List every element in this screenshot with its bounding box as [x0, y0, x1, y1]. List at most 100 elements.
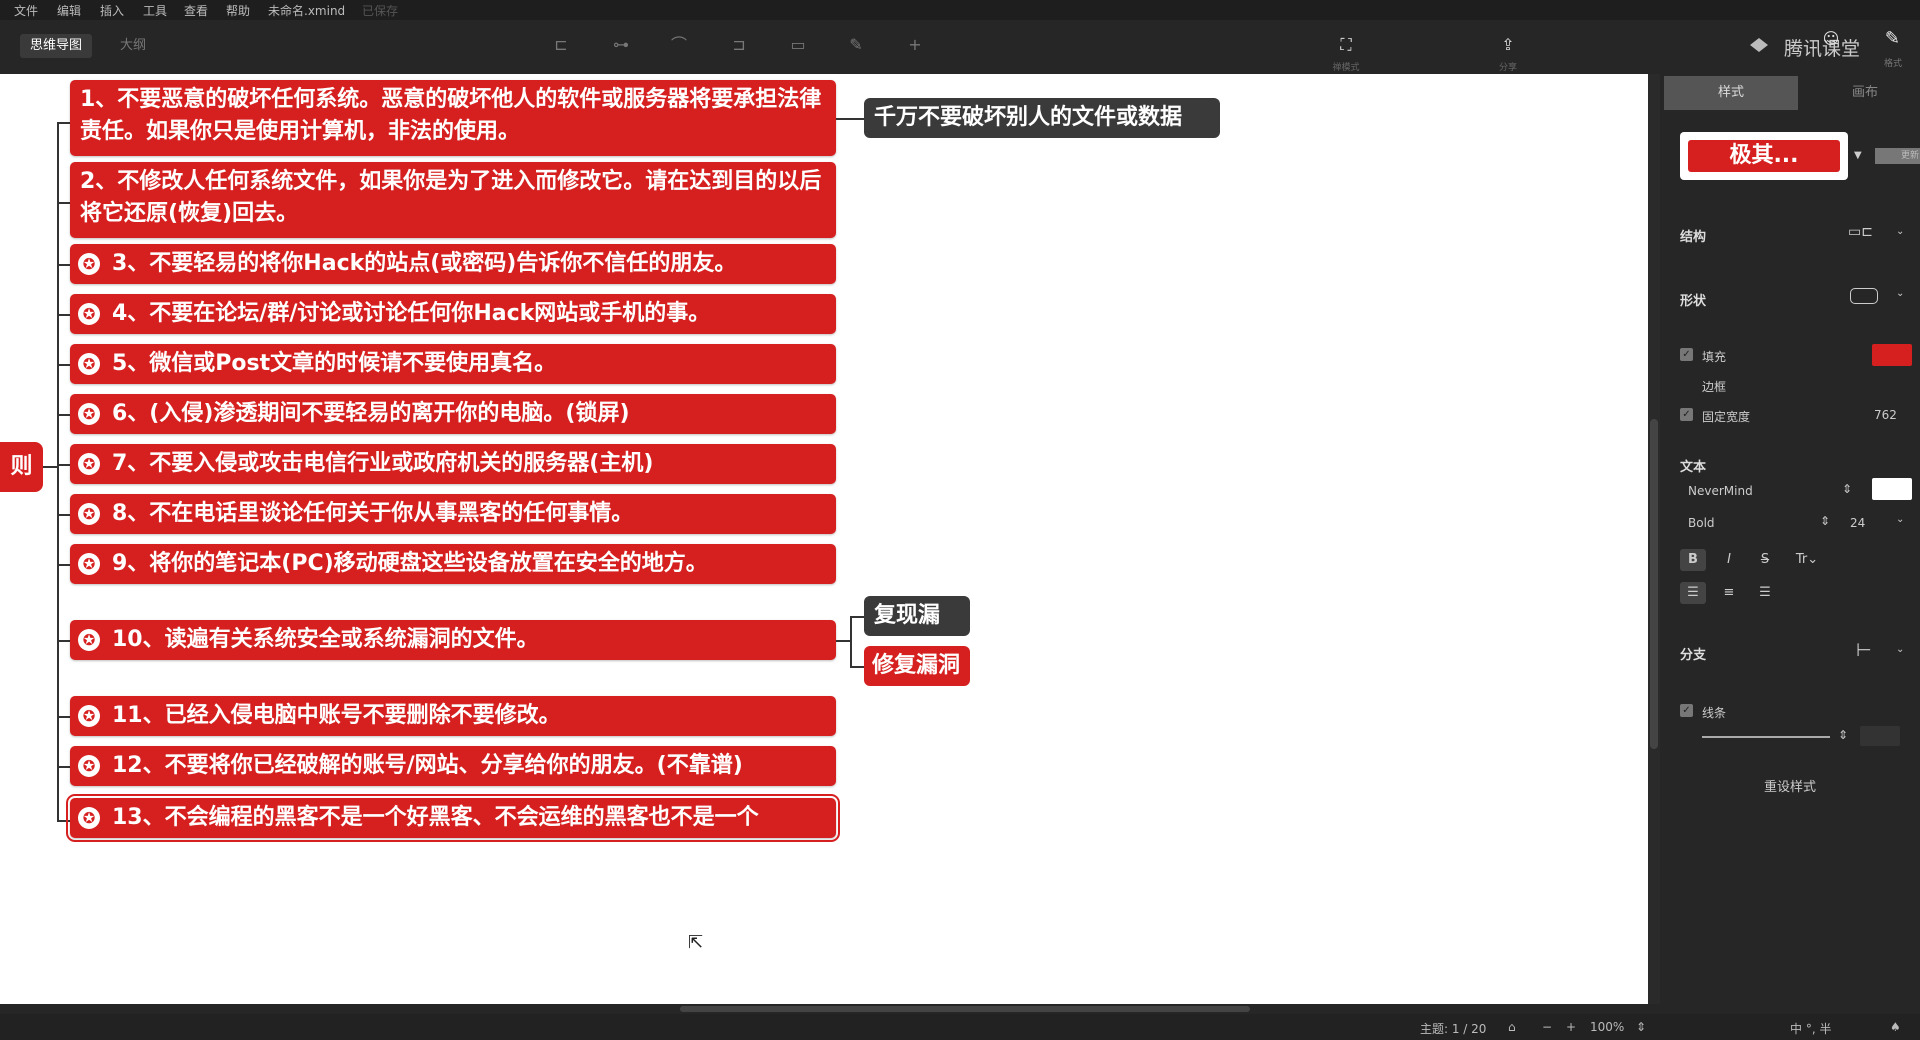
star-icon: ✪ [78, 453, 100, 475]
tab-style[interactable]: 样式 [1664, 76, 1798, 110]
topic-2[interactable]: 2、不修改人任何系统文件，如果你是为了进入而修改它。请在达到目的以后将它还原(恢… [70, 162, 836, 238]
zoom-level[interactable]: 100% [1590, 1020, 1624, 1034]
zen-mode-label: 禅模式 [1332, 63, 1360, 73]
line-style-preview[interactable] [1702, 736, 1830, 738]
chevron-down-icon[interactable]: ⌄ [1896, 288, 1904, 299]
topic-3[interactable]: ✪ 3、不要轻易的将你Hack的站点(或密码)告诉你不信任的朋友。 [70, 244, 836, 284]
file-name: 未命名.xmind [268, 4, 346, 18]
subtopic-fix-vuln[interactable]: 修复漏洞 [864, 646, 970, 686]
align-left-button[interactable]: ☰ [1680, 582, 1706, 604]
star-icon: ✪ [78, 807, 100, 829]
shape-icon[interactable] [1850, 288, 1878, 304]
topic-10[interactable]: ✪ 10、读遍有关系统安全或系统漏洞的文件。 [70, 620, 836, 660]
fixed-width-value[interactable]: 762 [1874, 408, 1897, 422]
horizontal-scroll-thumb[interactable] [680, 1006, 1250, 1012]
menu-tools[interactable]: 工具 [143, 2, 167, 19]
branch-line [59, 464, 70, 466]
line-checkbox[interactable]: ✓ [1680, 704, 1693, 717]
tshirt-icon: ♠ [1890, 1020, 1901, 1034]
bold-button[interactable]: B [1680, 549, 1706, 571]
structure-icon[interactable]: ▭⊏ [1848, 224, 1873, 240]
share-label: 分享 [1498, 63, 1517, 73]
branch-line [59, 716, 70, 718]
sync-icon[interactable]: ☺ [1818, 26, 1844, 52]
topic-5[interactable]: ✪ 5、微信或Post文章的时候请不要使用真名。 [70, 344, 836, 384]
horizontal-scrollbar[interactable] [0, 1004, 1660, 1014]
fixed-width-checkbox[interactable]: ✓ [1680, 408, 1693, 421]
menu-bar: 文件 编辑 插入 工具 查看 帮助 未命名.xmind 已保存 [0, 0, 1920, 20]
topic-10-text: 10、读遍有关系统安全或系统漏洞的文件。 [112, 627, 539, 652]
align-right-button[interactable]: ☰ [1752, 582, 1778, 604]
line-stepper-icon[interactable]: ⇕ [1838, 728, 1848, 742]
toolbar: 思维导图 大纲 ⊏ ⊶ ⌒ ⊐ ▭ ✎ + ⛶ 禅模式 ⇪ 分享 腾讯课堂 ☺ … [0, 20, 1920, 74]
topic-7[interactable]: ✪ 7、不要入侵或攻击电信行业或政府机关的服务器(主机) [70, 444, 836, 484]
italic-button[interactable]: I [1716, 549, 1742, 571]
star-icon: ✪ [78, 553, 100, 575]
strikethrough-button[interactable]: S [1752, 549, 1778, 571]
topic-11-text: 11、已经入侵电脑中账号不要删除不要修改。 [112, 703, 561, 728]
text-case-button[interactable]: Tr⌄ [1794, 549, 1820, 571]
menu-file[interactable]: 文件 [14, 2, 38, 19]
font-family-select[interactable]: NeverMind [1688, 484, 1753, 498]
font-stepper-icon[interactable]: ⇕ [1842, 482, 1852, 496]
branch-line [59, 364, 70, 366]
font-weight-select[interactable]: Bold [1688, 516, 1715, 530]
fill-checkbox[interactable]: ✓ [1680, 348, 1693, 361]
vertical-scroll-thumb[interactable] [1650, 419, 1658, 749]
map-icon[interactable]: ⌂ [1508, 1020, 1516, 1034]
relationship-icon[interactable]: ⌒ [666, 32, 692, 58]
font-size-select[interactable]: 24 [1850, 516, 1865, 530]
subtopic-icon[interactable]: ⊶ [608, 32, 634, 58]
topic-11[interactable]: ✪ 11、已经入侵电脑中账号不要删除不要修改。 [70, 696, 836, 736]
branch-line [59, 514, 70, 516]
zoom-stepper-icon[interactable]: ⇕ [1636, 1020, 1646, 1034]
line-color-swatch[interactable] [1860, 726, 1900, 746]
zoom-out-button[interactable]: − [1542, 1020, 1552, 1034]
menu-view[interactable]: 查看 [184, 2, 208, 19]
topic-6[interactable]: ✪ 6、(入侵)渗透期间不要轻易的离开你的电脑。(锁屏) [70, 394, 836, 434]
topic-icon[interactable]: ⊏ [548, 32, 574, 58]
tab-canvas[interactable]: 画布 [1810, 76, 1920, 110]
share-icon[interactable]: ⇪ [1495, 32, 1521, 58]
subtopic-reproduce-vuln[interactable]: 复现漏洞 [864, 596, 970, 668]
vertical-scrollbar[interactable] [1648, 74, 1660, 1004]
topic-1[interactable]: 1、不要恶意的破坏任何系统。恶意的破坏他人的软件或服务器将要承担法律责任。如果你… [70, 80, 836, 156]
branch-style-icon[interactable]: ⊢ [1856, 640, 1872, 661]
menu-help[interactable]: 帮助 [226, 2, 250, 19]
tab-mindmap[interactable]: 思维导图 [20, 34, 93, 58]
topic-13[interactable]: ✪ 13、不会编程的黑客不是一个好黑客、不会运维的黑客也不是一个 [66, 794, 840, 842]
topic-12[interactable]: ✪ 12、不要将你已经破解的账号/网站、分享给你的朋友。(不靠谱) [70, 746, 836, 786]
star-icon: ✪ [78, 503, 100, 525]
align-center-button[interactable]: ≡ [1716, 582, 1742, 604]
insert-icon[interactable]: + [902, 32, 928, 58]
chevron-down-icon[interactable]: ⌄ [1896, 226, 1904, 237]
menu-insert[interactable]: 插入 [100, 2, 124, 19]
topic-8[interactable]: ✪ 8、不在电话里谈论任何关于你从事黑客的任何事情。 [70, 494, 836, 534]
zoom-in-button[interactable]: + [1566, 1020, 1576, 1034]
mindmap-canvas[interactable]: 则 1、不要恶意的破坏任何系统。恶意的破坏他人的软件或服务器将要承担法律责任。如… [0, 74, 1648, 1004]
branch-line [59, 414, 70, 416]
zen-mode-icon[interactable]: ⛶ [1333, 32, 1359, 58]
style-preview[interactable]: 极其... [1680, 132, 1848, 180]
star-icon: ✪ [78, 629, 100, 651]
weight-stepper-icon[interactable]: ⇕ [1820, 514, 1830, 528]
fill-color-swatch[interactable] [1872, 344, 1912, 366]
update-style-button[interactable]: 更新 [1875, 148, 1920, 164]
central-topic[interactable]: 则 [0, 442, 43, 492]
chevron-down-icon[interactable]: ⌄ [1896, 644, 1904, 655]
menu-edit[interactable]: 编辑 [57, 2, 81, 19]
subtopic-dont-destroy[interactable]: 千万不要破坏别人的文件或数据 [864, 98, 1220, 138]
topic-9[interactable]: ✪ 9、将你的笔记本(PC)移动硬盘这些设备放置在安全的地方。 [70, 544, 836, 584]
subtopic-connector [836, 640, 850, 642]
reset-style-button[interactable]: 重设样式 [1660, 776, 1920, 795]
chevron-down-icon[interactable]: ▼ [1854, 150, 1862, 161]
topic-4[interactable]: ✪ 4、不要在论坛/群/讨论或讨论任何你Hack网站或手机的事。 [70, 294, 836, 334]
text-color-swatch[interactable] [1872, 478, 1912, 500]
summary-icon[interactable]: ⊐ [726, 32, 752, 58]
chevron-down-icon[interactable]: ⌄ [1896, 514, 1904, 525]
subtopic-connector [836, 118, 864, 120]
tab-outline[interactable]: 大纲 [110, 34, 156, 58]
boundary-icon[interactable]: ▭ [785, 32, 811, 58]
note-icon[interactable]: ✎ [843, 32, 869, 58]
pin-icon[interactable]: ✎ [1885, 28, 1900, 49]
